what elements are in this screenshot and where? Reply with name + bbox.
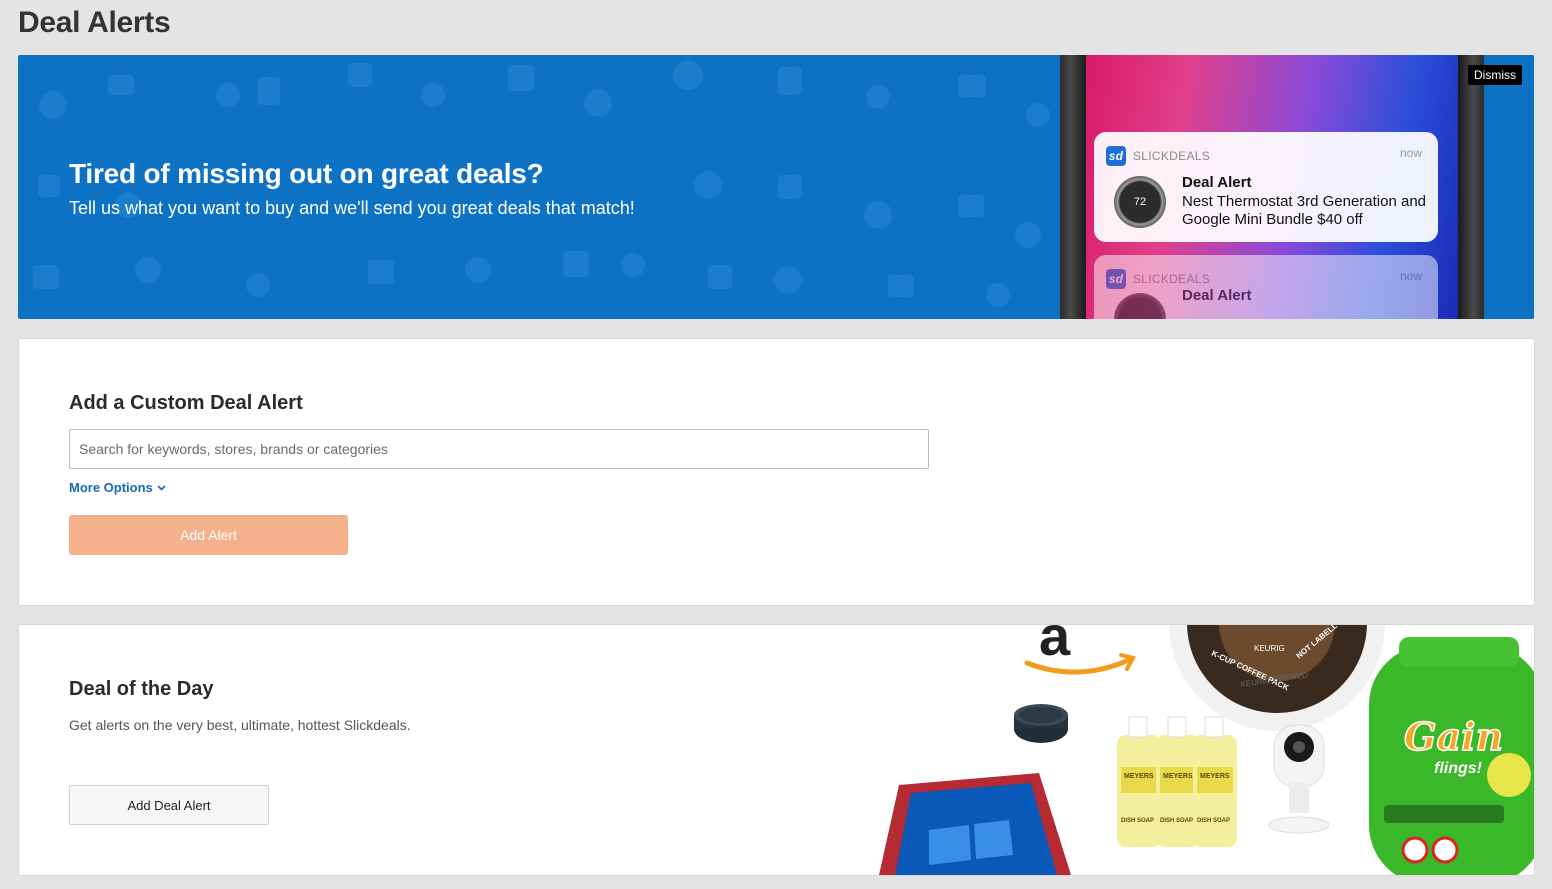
more-options-label: More Options	[69, 480, 153, 495]
notification-title: Deal Alert	[1182, 287, 1252, 304]
svg-text:MEYERS: MEYERS	[1200, 773, 1230, 780]
slickdeals-logo-icon: sd	[1106, 269, 1126, 289]
kcup-icon: K-CUP COFFEE PACK KEURIG NOT LABELL KEUR…	[1169, 625, 1385, 731]
add-alert-button[interactable]: Add Alert	[69, 515, 348, 555]
banner-subtext: Tell us what you want to buy and we'll s…	[69, 198, 635, 218]
banner-heading: Tired of missing out on great deals?	[69, 158, 544, 189]
search-input[interactable]	[69, 429, 929, 469]
notification-app-name: SLICKDEALS	[1133, 272, 1211, 286]
promo-banner: Tired of missing out on great deals? Tel…	[18, 55, 1534, 319]
deal-of-day-title: Deal of the Day	[69, 678, 214, 700]
echo-dot-icon	[1014, 704, 1068, 743]
slickdeals-logo-icon: sd	[1106, 146, 1126, 166]
svg-text:DISH SOAP: DISH SOAP	[1197, 818, 1230, 824]
dismiss-button[interactable]: Dismiss	[1468, 65, 1522, 85]
svg-text:MEYERS: MEYERS	[1124, 773, 1154, 780]
gain-flings-icon: Gain flings!	[1369, 637, 1534, 875]
security-camera-icon	[1268, 724, 1330, 834]
custom-alert-card: Add a Custom Deal Alert More Options Add…	[18, 338, 1535, 606]
phone-frame	[1060, 55, 1086, 319]
notification-card: sd SLICKDEALS now 72 Deal Alert Nest The…	[1094, 132, 1438, 242]
notification-time: now	[1399, 146, 1422, 160]
notification-app-name: SLICKDEALS	[1133, 149, 1211, 163]
amazon-logo-icon: a	[1039, 625, 1071, 667]
phone-frame	[1458, 55, 1484, 319]
chevron-down-icon	[157, 484, 166, 491]
svg-text:Gain: Gain	[1404, 714, 1503, 759]
product-icon	[1114, 293, 1166, 319]
add-deal-alert-button[interactable]: Add Deal Alert	[69, 785, 269, 825]
notification-time: now	[1399, 269, 1422, 283]
notification-body: Nest Thermostat 3rd Generation and Googl…	[1182, 193, 1427, 228]
products-image: a K-CUP COFFEE PACK KEURIG NOT LABELL KE…	[879, 625, 1534, 875]
svg-text:flings!: flings!	[1434, 760, 1483, 777]
more-options-link[interactable]: More Options	[69, 480, 166, 495]
svg-text:DISH SOAP: DISH SOAP	[1160, 818, 1193, 824]
page-title: Deal Alerts	[18, 6, 171, 39]
notification-title: Deal Alert	[1182, 174, 1252, 191]
phone-screen: sd SLICKDEALS now 72 Deal Alert Nest The…	[1086, 55, 1458, 319]
laptop-icon	[879, 773, 1071, 875]
custom-alert-title: Add a Custom Deal Alert	[69, 392, 303, 414]
svg-text:MEYERS: MEYERS	[1163, 773, 1193, 780]
notification-card: sd SLICKDEALS now Deal Alert	[1094, 255, 1438, 319]
svg-text:KEURIG: KEURIG	[1254, 644, 1285, 653]
deal-of-day-card: Deal of the Day Get alerts on the very b…	[18, 624, 1535, 876]
svg-text:DISH SOAP: DISH SOAP	[1121, 818, 1154, 824]
deal-of-day-description: Get alerts on the very best, ultimate, h…	[69, 717, 411, 733]
phone-mockup: sd SLICKDEALS now 72 Deal Alert Nest The…	[1060, 55, 1534, 319]
dish-soap-icon: MEYERS DISH SOAP MEYERS DISH SOAP MEYERS…	[1117, 716, 1237, 847]
thermostat-icon: 72	[1114, 176, 1166, 228]
